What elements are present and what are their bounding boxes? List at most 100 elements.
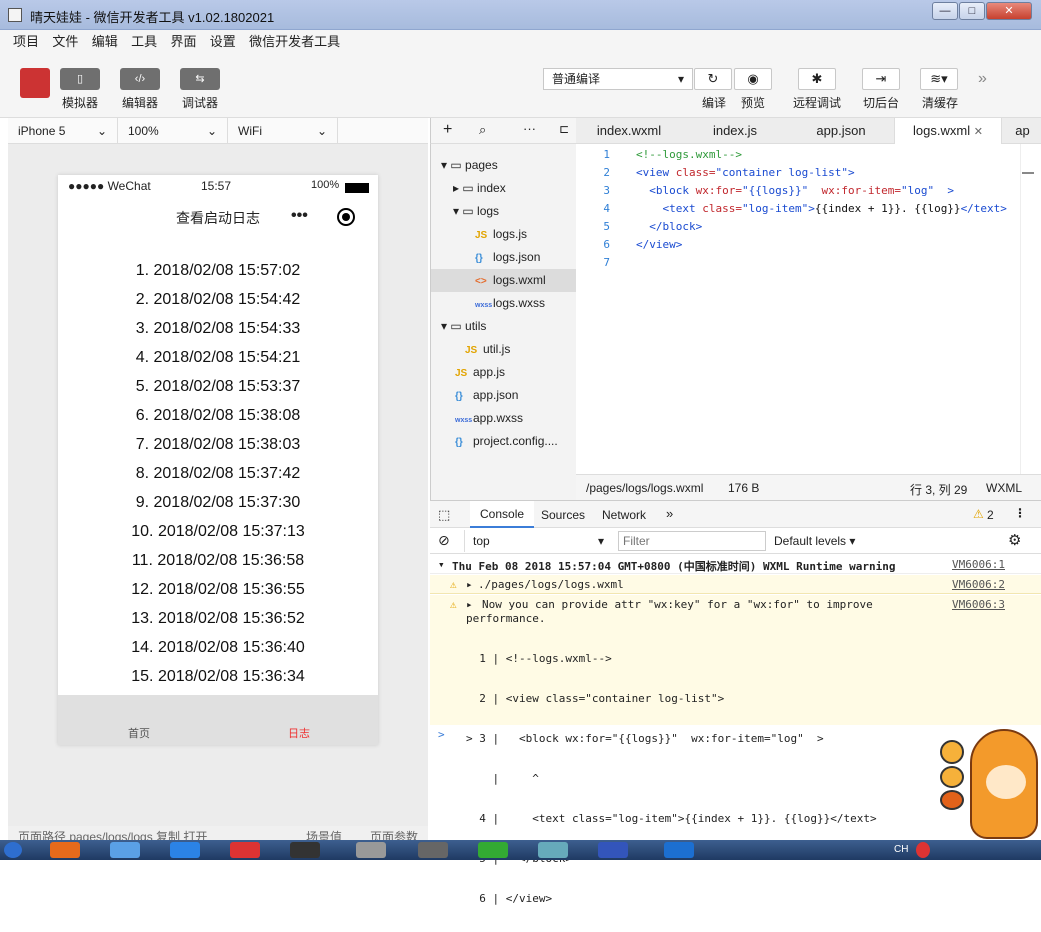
chevron-down-icon: ⌄ [206,124,217,138]
wxml-file-icon: <> [475,276,487,287]
menu-project[interactable]: 项目 [8,30,44,54]
background-button[interactable]: ⇥ [862,68,900,90]
console-output: ▾ Thu Feb 08 2018 15:57:04 GMT+0800 (中国标… [430,554,1041,905]
tab-logs-wxml[interactable]: logs.wxml ✕ [894,118,1002,144]
maximize-button[interactable]: □ [959,2,985,20]
tab-network[interactable]: Network [602,508,646,522]
tab-sources[interactable]: Sources [541,508,585,522]
firefox-icon[interactable] [50,842,80,858]
close-tab-icon[interactable]: ✕ [974,126,983,138]
compile-mode-select[interactable]: 普通编译 ▾ [543,68,693,90]
code-snippet: 1 | <!--logs.wxml--> 2 | <view class="co… [466,626,877,932]
warning-row[interactable]: ⚠ ▸ Now you can provide attr "wx:key" fo… [430,595,1041,905]
start-icon[interactable] [4,842,22,858]
clear-console-icon[interactable]: ⊘ [438,532,450,549]
tab-index-js[interactable]: index.js [682,118,788,144]
cursor-position[interactable]: 行 3, 列 29 [910,481,967,498]
menu-settings[interactable]: 设置 [205,30,241,54]
file-util-js[interactable]: JS util.js [431,338,577,361]
menu-file[interactable]: 文件 [47,30,83,54]
file-logs-js[interactable]: JS logs.js [431,223,577,246]
file-logs-wxss[interactable]: wxsslogs.wxss [431,292,577,315]
editor-toggle-button[interactable]: ‹/› [120,68,160,90]
music-icon[interactable] [230,842,260,858]
tab-console[interactable]: Console [470,501,535,528]
avatar[interactable] [20,68,50,98]
language-indicator[interactable]: CH [894,844,908,855]
debugger-toggle-button[interactable]: ⇆ [180,68,220,90]
zoom-select[interactable]: 100% ⌄ [118,118,228,144]
vscode-icon[interactable] [664,842,694,858]
tab-app-overflow[interactable]: ap [1004,118,1041,144]
network-select[interactable]: WiFi ⌄ [228,118,338,144]
collapse-panel-icon[interactable]: ⊏ [559,122,569,136]
more-chevron-icon[interactable]: » [978,70,987,88]
ime-icon[interactable] [916,842,930,858]
more-tabs-icon[interactable]: » [666,506,673,521]
phone-icon: ▯ [76,73,84,85]
add-icon[interactable]: + [443,121,452,139]
inspect-icon[interactable]: ⬚ [438,507,450,523]
file-app-json[interactable]: {} app.json [431,384,577,407]
console-prompt[interactable]: > [438,728,445,741]
warning-icon[interactable]: ⚠ [973,507,984,521]
minimize-button[interactable]: — [932,2,958,20]
file-tree: ▾ ▭ pages ▸ ▭ index ▾ ▭ logs JS logs.js {… [430,144,577,500]
file-project-config[interactable]: {} project.config.... [431,430,577,453]
browser-icon[interactable] [110,842,140,858]
console-filter-input[interactable] [618,531,766,551]
source-link[interactable]: VM6006:1 [952,558,1005,571]
page-params-label[interactable]: 页面参数 [370,828,418,840]
gear-icon[interactable]: ⚙ [1008,531,1021,549]
capsule-close-icon[interactable] [337,208,355,226]
code-editor[interactable]: 1 2 3 4 5 6 7 <!--logs.wxml--> <view cla… [576,144,1041,474]
context-select[interactable]: top ▾ [464,530,612,552]
app-icon[interactable] [538,842,568,858]
tab-app-json[interactable]: app.json [788,118,894,144]
folder-pages[interactable]: ▾ ▭ pages [431,154,577,177]
warning-group-header[interactable]: ▾ Thu Feb 08 2018 15:57:04 GMT+0800 (中国标… [430,554,1041,574]
folder-utils[interactable]: ▾ ▭ utils [431,315,577,338]
language-mode[interactable]: WXML [986,481,1022,495]
tab-home[interactable]: 首页 [128,725,150,741]
log-item: 5. 2018/02/08 15:53:37 [135,378,301,395]
tab-logs[interactable]: 日志 [288,725,310,741]
source-link[interactable]: VM6006:2 [952,578,1005,591]
search-icon[interactable]: ⌕ [479,122,486,138]
sublime-icon[interactable] [418,842,448,858]
menu-devtools[interactable]: 微信开发者工具 [244,30,345,54]
line-number: 4 [603,202,610,215]
file-app-wxss[interactable]: wxssapp.wxss [431,407,577,430]
remote-debug-button[interactable]: ✱ [798,68,836,90]
app-icon[interactable] [356,842,386,858]
warning-count[interactable]: 2 [987,508,994,522]
file-logs-json[interactable]: {} logs.json [431,246,577,269]
menu-tools[interactable]: 工具 [126,30,162,54]
simulator-toggle-button[interactable]: ▯ [60,68,100,90]
menu-edit[interactable]: 编辑 [87,30,123,54]
warning-row[interactable]: ⚠ ▸ ./pages/logs/logs.wxml VM6006:2 [430,575,1041,594]
device-select[interactable]: iPhone 5 ⌄ [8,118,118,144]
scene-label[interactable]: 场景值 [306,828,342,840]
wechat-icon[interactable] [478,842,508,858]
levels-select[interactable]: Default levels ▾ [774,534,855,548]
status-time: 15:57 [201,179,232,193]
tab-index-wxml[interactable]: index.wxml [576,118,682,144]
kebab-menu-icon[interactable]: ⋮ [1014,506,1026,520]
file-logs-wxml[interactable]: <> logs.wxml [431,269,577,292]
source-link[interactable]: VM6006:3 [952,598,1005,611]
more-dots-icon[interactable]: ••• [291,207,308,225]
compile-button[interactable]: ↻ [694,68,732,90]
clear-cache-button[interactable]: ≋▾ [920,68,958,90]
folder-logs[interactable]: ▾ ▭ logs [431,200,577,223]
file-app-js[interactable]: JS app.js [431,361,577,384]
preview-button[interactable]: ◉ [734,68,772,90]
folder-index[interactable]: ▸ ▭ index [431,177,577,200]
folder-icon: ▭ [462,204,478,218]
more-icon[interactable]: ··· [523,121,536,136]
close-button[interactable]: ✕ [986,2,1032,20]
app-icon[interactable] [170,842,200,858]
ide-icon[interactable] [290,842,320,858]
app-icon[interactable] [598,842,628,858]
menu-interface[interactable]: 界面 [165,30,201,54]
